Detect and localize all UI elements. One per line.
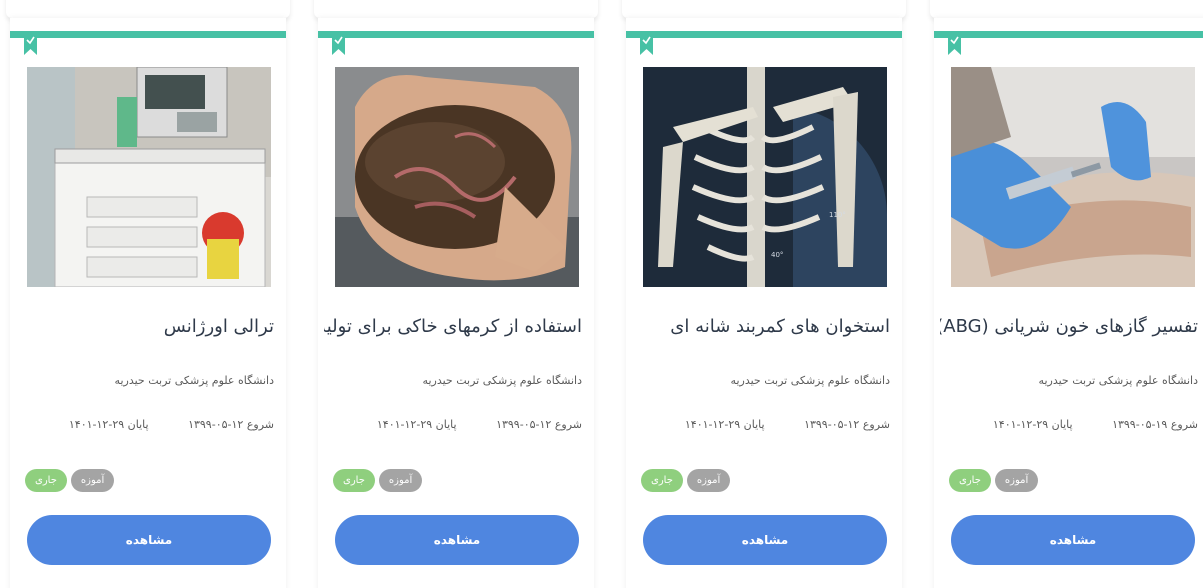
bookmark-icon[interactable] bbox=[23, 31, 38, 56]
course-end-date: پایان ۲۹-۱۲-۱۴۰۱ bbox=[68, 418, 149, 431]
course-card: 110° 40° استخوان های کمربند شانه ای دانش… bbox=[626, 18, 902, 588]
status-badge: جاری bbox=[641, 469, 683, 492]
type-badge: آموزه bbox=[686, 469, 731, 492]
course-dates: شروع ۱۲-۰۵-۱۳۹۹ پایان ۲۹-۱۲-۱۴۰۱ bbox=[16, 418, 274, 431]
type-badge: آموزه bbox=[378, 469, 423, 492]
course-badges: جاری آموزه bbox=[25, 469, 115, 493]
view-button[interactable]: مشاهده bbox=[951, 515, 1195, 565]
previous-card-edge bbox=[314, 0, 598, 18]
bookmark-icon[interactable] bbox=[639, 31, 654, 56]
card-accent-bar bbox=[318, 31, 594, 38]
card-accent-bar bbox=[934, 31, 1203, 38]
previous-card-edge bbox=[930, 0, 1203, 18]
course-organization: دانشگاه علوم پزشکی تربت حیدریه bbox=[422, 374, 582, 387]
view-button[interactable]: مشاهده bbox=[335, 515, 579, 565]
svg-text:110°: 110° bbox=[829, 211, 846, 219]
course-start-date: شروع ۱۲-۰۵-۱۳۹۹ bbox=[496, 418, 582, 431]
course-dates: شروع ۱۲-۰۵-۱۳۹۹ پایان ۲۹-۱۲-۱۴۰۱ bbox=[324, 418, 582, 431]
course-title[interactable]: استفاده از کرمهای خاکی برای تولید... bbox=[324, 316, 582, 337]
bookmark-icon[interactable] bbox=[947, 31, 962, 56]
course-card: ترالی اورژانس دانشگاه علوم پزشکی تربت حی… bbox=[10, 18, 286, 588]
course-image[interactable] bbox=[951, 67, 1195, 287]
view-button[interactable]: مشاهده bbox=[643, 515, 887, 565]
view-button[interactable]: مشاهده bbox=[27, 515, 271, 565]
course-badges: جاری آموزه bbox=[949, 469, 1039, 493]
previous-card-edge bbox=[6, 0, 290, 18]
card-accent-bar bbox=[626, 31, 902, 38]
course-end-date: پایان ۲۹-۱۲-۱۴۰۱ bbox=[992, 418, 1073, 431]
course-image[interactable]: 110° 40° bbox=[643, 67, 887, 287]
course-end-date: پایان ۲۹-۱۲-۱۴۰۱ bbox=[684, 418, 765, 431]
course-organization: دانشگاه علوم پزشکی تربت حیدریه bbox=[1038, 374, 1198, 387]
status-badge: جاری bbox=[949, 469, 991, 492]
svg-text:40°: 40° bbox=[771, 251, 783, 259]
course-start-date: شروع ۱۹-۰۵-۱۳۹۹ bbox=[1112, 418, 1198, 431]
course-dates: شروع ۱۹-۰۵-۱۳۹۹ پایان ۲۹-۱۲-۱۴۰۱ bbox=[940, 418, 1198, 431]
course-organization: دانشگاه علوم پزشکی تربت حیدریه bbox=[730, 374, 890, 387]
course-badges: جاری آموزه bbox=[641, 469, 731, 493]
course-badges: جاری آموزه bbox=[333, 469, 423, 493]
type-badge: آموزه bbox=[70, 469, 115, 492]
course-title[interactable]: تفسیر گازهای خون شریانی (ABG) bbox=[940, 316, 1198, 337]
course-start-date: شروع ۱۲-۰۵-۱۳۹۹ bbox=[188, 418, 274, 431]
course-organization: دانشگاه علوم پزشکی تربت حیدریه bbox=[114, 374, 274, 387]
course-card: تفسیر گازهای خون شریانی (ABG) دانشگاه عل… bbox=[934, 18, 1203, 588]
course-card: استفاده از کرمهای خاکی برای تولید... دان… bbox=[318, 18, 594, 588]
status-badge: جاری bbox=[25, 469, 67, 492]
type-badge: آموزه bbox=[994, 469, 1039, 492]
course-dates: شروع ۱۲-۰۵-۱۳۹۹ پایان ۲۹-۱۲-۱۴۰۱ bbox=[632, 418, 890, 431]
course-title[interactable]: ترالی اورژانس bbox=[16, 316, 274, 337]
course-image[interactable] bbox=[335, 67, 579, 287]
bookmark-icon[interactable] bbox=[331, 31, 346, 56]
course-title[interactable]: استخوان های کمربند شانه ای bbox=[632, 316, 890, 337]
status-badge: جاری bbox=[333, 469, 375, 492]
previous-card-edge bbox=[622, 0, 906, 18]
course-image[interactable] bbox=[27, 67, 271, 287]
card-accent-bar bbox=[10, 31, 286, 38]
course-start-date: شروع ۱۲-۰۵-۱۳۹۹ bbox=[804, 418, 890, 431]
course-end-date: پایان ۲۹-۱۲-۱۴۰۱ bbox=[376, 418, 457, 431]
